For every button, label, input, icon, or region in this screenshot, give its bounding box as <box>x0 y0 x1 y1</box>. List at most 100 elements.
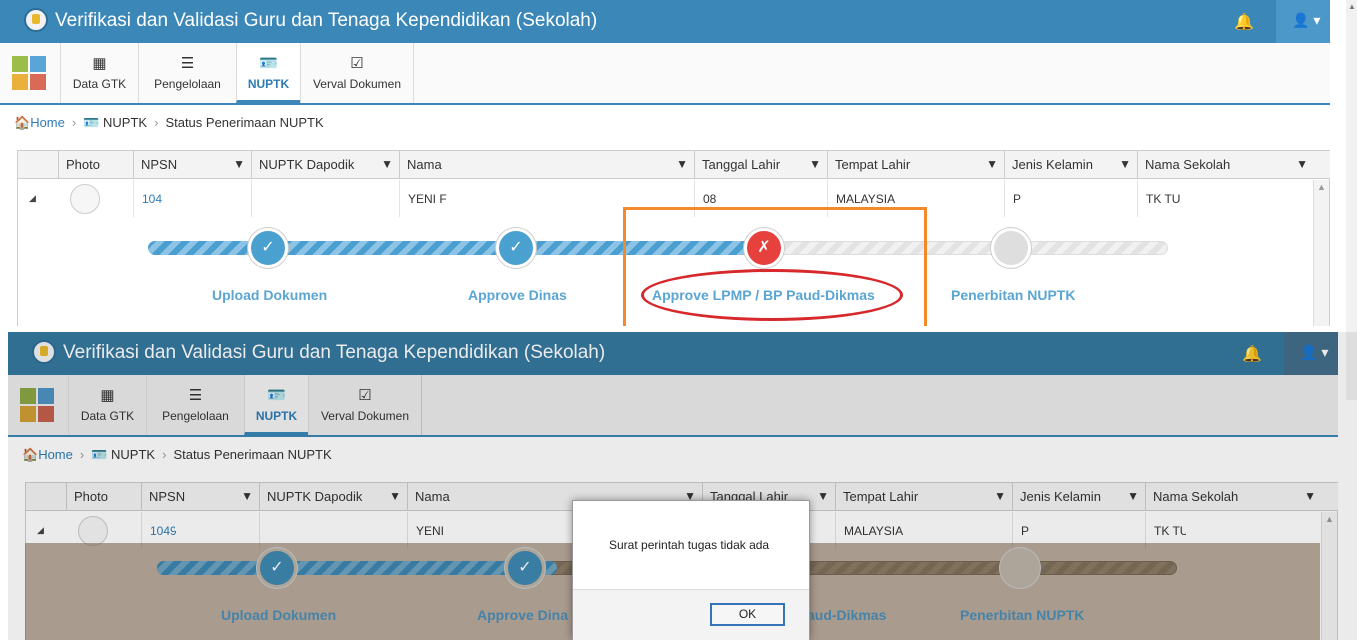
top-screenshot-panel: Verifikasi dan Validasi Guru dan Tenaga … <box>0 0 1357 326</box>
checkbox-icon: ☑ <box>350 55 364 72</box>
filter-icon[interactable]: ▼ <box>994 489 1006 503</box>
col-jenis-kelamin[interactable]: Jenis Kelamin ▼ <box>1012 483 1145 511</box>
highlight-ellipse <box>641 269 903 321</box>
step-upload-dokumen: ✓ <box>257 548 297 588</box>
user-icon: 👤 <box>1292 12 1310 28</box>
bell-icon[interactable]: 🔔 <box>1242 344 1262 364</box>
filter-icon[interactable]: ▼ <box>241 489 253 503</box>
col-jenis-kelamin[interactable]: Jenis Kelamin ▼ <box>1004 151 1137 179</box>
col-npsn[interactable]: NPSN ▼ <box>141 483 259 511</box>
col-nuptk-dapodik[interactable]: NUPTK Dapodik ▼ <box>259 483 407 511</box>
step-label-upload: Upload Dokumen <box>221 607 337 623</box>
tab-pengelolaan[interactable]: ☰ Pengelolaan <box>146 375 244 435</box>
breadcrumb-home[interactable]: Home <box>30 115 65 130</box>
redaction-box <box>175 515 207 531</box>
breadcrumb: 🏠Home › 🪪 NUPTK › Status Penerimaan NUPTK <box>14 115 324 130</box>
filter-icon[interactable]: ▼ <box>1119 157 1131 171</box>
breadcrumb-home[interactable]: Home <box>38 447 73 462</box>
cell-nuptk <box>251 180 399 217</box>
home-icon: 🏠 <box>14 115 31 130</box>
step-label-penerbitan: Penerbitan NUPTK <box>960 607 1085 623</box>
step-label-dinas: Approve Dina <box>477 607 569 623</box>
user-icon: 👤 <box>1300 344 1318 360</box>
ok-button[interactable]: OK <box>710 603 785 626</box>
dialog-message: Surat perintah tugas tidak ada <box>609 538 770 552</box>
kemdikbud-logo-icon <box>24 8 48 32</box>
filter-icon[interactable]: ▼ <box>1296 157 1308 171</box>
tab-data-gtk[interactable]: ▦ Data GTK <box>60 43 138 103</box>
breadcrumb-section[interactable]: NUPTK <box>103 115 147 130</box>
progress-fill <box>157 561 557 575</box>
col-nama-sekolah[interactable]: Nama Sekolah ▼ <box>1145 483 1322 511</box>
breadcrumb-page: Status Penerimaan NUPTK <box>165 115 324 130</box>
filter-icon[interactable]: ▼ <box>1304 489 1316 503</box>
app-title: Verifikasi dan Validasi Guru dan Tenaga … <box>63 342 606 363</box>
step-approve-dinas: ✓ <box>505 548 545 588</box>
col-nama-sekolah[interactable]: Nama Sekolah ▼ <box>1137 151 1314 179</box>
collapse-arrow-icon[interactable]: ◢ <box>29 193 36 204</box>
grid-header: Photo NPSN ▼ NUPTK Dapodik ▼ Nama ▼ Tanggal… <box>18 151 1330 179</box>
col-npsn[interactable]: NPSN ▼ <box>133 151 251 179</box>
step-penerbitan-nuptk <box>1000 548 1040 588</box>
app-header: Verifikasi dan Validasi Guru dan Tenaga … <box>8 332 1338 375</box>
app-header: Verifikasi dan Validasi Guru dan Tenaga … <box>0 0 1330 43</box>
id-card-icon: 🪪 <box>91 447 108 462</box>
tab-nuptk[interactable]: 🪪 NUPTK <box>244 375 308 435</box>
user-menu-button[interactable]: 👤 ▾ <box>1276 0 1330 43</box>
tab-data-gtk[interactable]: ▦ Data GTK <box>68 375 146 435</box>
step-approve-dinas: ✓ <box>496 228 536 268</box>
col-tempat-lahir[interactable]: Tempat Lahir ▼ <box>827 151 1004 179</box>
filter-icon[interactable]: ▼ <box>1127 489 1139 503</box>
breadcrumb-section[interactable]: NUPTK <box>111 447 155 462</box>
caret-down-icon: ▾ <box>1313 12 1321 28</box>
redaction-box <box>1186 515 1281 535</box>
id-card-icon: 🪪 <box>83 115 100 130</box>
filter-icon[interactable]: ▼ <box>233 157 245 171</box>
app-grid-icon[interactable] <box>20 388 54 422</box>
id-card-icon: 🪪 <box>267 387 286 404</box>
scroll-up-icon[interactable]: ▲ <box>1325 514 1334 524</box>
alert-dialog: Surat perintah tugas tidak ada OK <box>572 500 810 640</box>
app-grid-icon[interactable] <box>12 56 46 90</box>
col-nuptk-dapodik[interactable]: NUPTK Dapodik ▼ <box>251 151 399 179</box>
filter-icon[interactable]: ▼ <box>676 157 688 171</box>
filter-icon[interactable]: ▼ <box>986 157 998 171</box>
kemdikbud-logo-icon <box>32 340 56 364</box>
scroll-up-icon[interactable]: ▲ <box>1317 182 1326 192</box>
cell-npsn[interactable]: 104 <box>133 180 251 217</box>
app-title: Verifikasi dan Validasi Guru dan Tenaga … <box>55 10 598 31</box>
col-photo: Photo <box>58 151 133 179</box>
dialog-footer: OK <box>573 589 809 640</box>
collapse-arrow-icon[interactable]: ◢ <box>37 525 44 536</box>
checkbox-icon: ☑ <box>358 387 372 404</box>
tab-verval-dokumen[interactable]: ☑ Verval Dokumen <box>308 375 422 435</box>
home-icon: 🏠 <box>22 447 39 462</box>
step-label-dinas: Approve Dinas <box>468 287 567 303</box>
step-penerbitan-nuptk <box>991 228 1031 268</box>
avatar <box>78 516 108 546</box>
redaction-box <box>446 515 514 531</box>
tab-nuptk[interactable]: 🪪 NUPTK <box>236 43 300 103</box>
table-icon: ▦ <box>92 55 107 72</box>
filter-icon[interactable]: ▼ <box>389 489 401 503</box>
list-icon: ☰ <box>188 387 203 404</box>
tab-pengelolaan[interactable]: ☰ Pengelolaan <box>138 43 236 103</box>
scroll-up-icon[interactable]: ▲ <box>1348 2 1356 11</box>
grid-scrollbar[interactable]: ▲ <box>1321 512 1337 640</box>
module-tabbar: ▦ Data GTK ☰ Pengelolaan 🪪 NUPTK ☑ Verva… <box>0 43 1330 105</box>
module-tabbar: ▦ Data GTK ☰ Pengelolaan 🪪 NUPTK ☑ Verva… <box>8 375 1338 437</box>
tab-verval-dokumen[interactable]: ☑ Verval Dokumen <box>300 43 414 103</box>
filter-icon[interactable]: ▼ <box>817 489 829 503</box>
col-tanggal-lahir[interactable]: Tanggal Lahir ▼ <box>694 151 827 179</box>
filter-icon[interactable]: ▼ <box>381 157 393 171</box>
bell-icon[interactable]: 🔔 <box>1234 12 1254 32</box>
id-card-icon: 🪪 <box>259 55 278 72</box>
user-menu-button[interactable]: 👤 ▾ <box>1284 332 1338 375</box>
grid-scrollbar[interactable]: ▲ <box>1313 180 1329 326</box>
col-nama[interactable]: Nama ▼ <box>399 151 694 179</box>
cell-jenis-kelamin: P <box>1004 180 1137 217</box>
filter-icon[interactable]: ▼ <box>809 157 821 171</box>
col-tempat-lahir[interactable]: Tempat Lahir ▼ <box>835 483 1012 511</box>
step-label-penerbitan: Penerbitan NUPTK <box>951 287 1076 303</box>
breadcrumb: 🏠Home › 🪪 NUPTK › Status Penerimaan NUPTK <box>22 447 332 462</box>
